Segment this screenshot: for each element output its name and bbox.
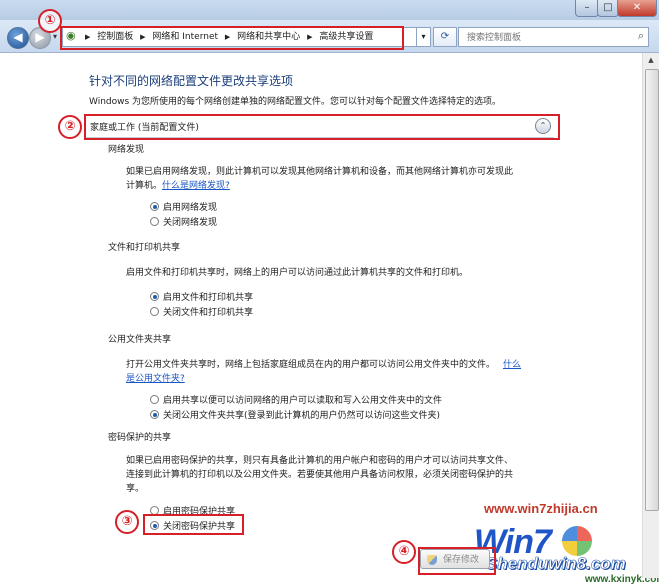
highlight-save-button: [418, 547, 496, 575]
highlight-breadcrumb: [60, 26, 404, 50]
what-is-public-folder-link-2[interactable]: 是公用文件夹?: [126, 374, 185, 384]
page-title: 针对不同的网络配置文件更改共享选项: [89, 74, 294, 88]
callout-4: ④: [392, 540, 416, 564]
radio-label: 启用网络发现: [163, 203, 218, 213]
public-folder-desc: 打开公用文件夹共享时，网络上包括家庭组成员在内的用户都可以访问公用文件夹中的文件…: [126, 357, 521, 370]
search-box: ⌕: [458, 27, 649, 47]
password-sharing-desc-3: 享。: [126, 484, 145, 494]
search-input[interactable]: [465, 29, 629, 47]
watermark-site: Shenduwin8.com: [486, 554, 626, 574]
address-dropdown-button[interactable]: ▾: [416, 27, 431, 47]
close-button[interactable]: ✕: [617, 0, 657, 17]
what-is-network-discovery-link[interactable]: 什么是网络发现?: [162, 181, 230, 191]
radio-label: 关闭文件和打印机共享: [163, 308, 254, 318]
radio-disable-public-folder[interactable]: [150, 410, 159, 419]
highlight-profile-header: [84, 114, 560, 140]
radio-label: 关闭网络发现: [163, 218, 218, 228]
page-intro: Windows 为您所使用的每个网络创建单独的网络配置文件。您可以针对每个配置文…: [89, 97, 502, 107]
radio-enable-network-discovery[interactable]: [150, 202, 159, 211]
minimize-button[interactable]: –: [575, 0, 599, 17]
back-button[interactable]: ◀: [7, 27, 29, 49]
radio-label: 启用共享以便可以访问网络的用户可以读取和写入公用文件夹中的文件: [163, 396, 443, 406]
what-is-public-folder-link[interactable]: 什么: [503, 360, 521, 370]
radio-label: 关闭公用文件夹共享(登录到此计算机的用户仍然可以访问这些文件夹): [163, 411, 441, 421]
callout-2: ②: [58, 115, 82, 139]
printer-sharing-title: 文件和打印机共享: [108, 243, 181, 253]
network-discovery-desc: 如果已启用网络发现，则此计算机可以发现其他网络计算机和设备，而其他网络计算机亦可…: [126, 167, 514, 177]
vertical-scrollbar[interactable]: ▲: [642, 53, 659, 578]
highlight-disable-password: [143, 514, 244, 535]
radio-enable-public-folder[interactable]: [150, 395, 159, 404]
network-discovery-desc-2: 计算机。什么是网络发现?: [126, 178, 230, 191]
radio-enable-printer-sharing[interactable]: [150, 292, 159, 301]
search-icon[interactable]: ⌕: [638, 29, 644, 43]
network-discovery-desc-2-text: 计算机。: [126, 181, 163, 191]
history-dropdown-icon[interactable]: ▾: [53, 32, 57, 41]
public-folder-desc-text: 打开公用文件夹共享时，网络上包括家庭组成员在内的用户都可以访问公用文件夹中的文件…: [126, 360, 496, 370]
radio-label: 启用文件和打印机共享: [163, 293, 254, 303]
advanced-sharing-settings-panel: 针对不同的网络配置文件更改共享选项 Windows 为您所使用的每个网络创建单独…: [0, 9, 659, 585]
radio-disable-printer-sharing[interactable]: [150, 307, 159, 316]
refresh-button[interactable]: ⟳: [433, 27, 457, 47]
public-folder-title: 公用文件夹共享: [108, 335, 172, 345]
windows-logo-icon: [562, 526, 592, 556]
callout-3: ③: [115, 510, 139, 534]
password-sharing-desc: 如果已启用密码保护的共享，则只有具备此计算机的用户帐户和密码的用户才可以访问共享…: [126, 456, 514, 466]
radio-disable-network-discovery[interactable]: [150, 217, 159, 226]
maximize-button[interactable]: □: [597, 0, 619, 17]
callout-1: ①: [38, 9, 62, 33]
scroll-up-arrow-icon[interactable]: ▲: [644, 53, 658, 67]
network-discovery-title: 网络发现: [108, 145, 145, 155]
public-folder-desc-2: 是公用文件夹?: [126, 371, 185, 384]
window-title-bar: – □ ✕: [0, 0, 659, 20]
watermark-url: www.win7zhijia.cn: [484, 501, 598, 516]
password-sharing-title: 密码保护的共享: [108, 433, 172, 443]
password-sharing-desc-2: 连接到此计算机的打印机以及公用文件夹。若要使其他用户具备访问权限，必须关闭密码保…: [126, 470, 514, 480]
printer-sharing-desc: 启用文件和打印机共享时，网络上的用户可以访问通过此计算机共享的文件和打印机。: [126, 268, 469, 278]
scrollbar-thumb[interactable]: [645, 69, 659, 511]
